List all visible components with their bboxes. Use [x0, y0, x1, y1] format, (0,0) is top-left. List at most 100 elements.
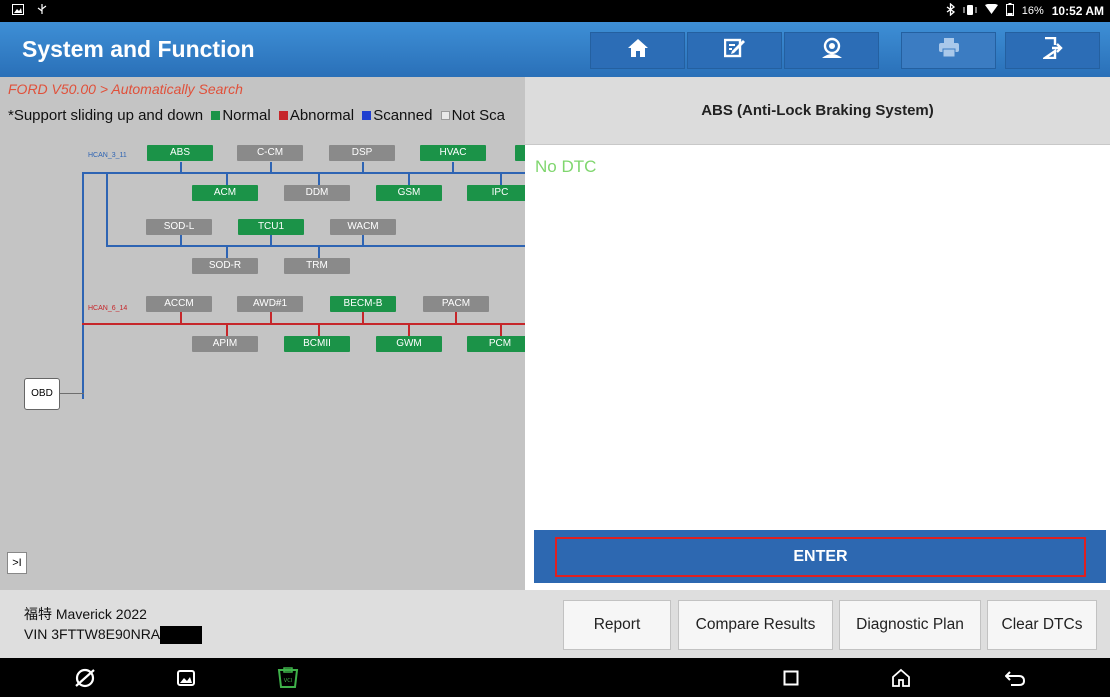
bus-line — [82, 172, 84, 399]
diagnostic-plan-button[interactable]: Diagnostic Plan — [839, 600, 981, 650]
dtc-status: No DTC — [535, 157, 597, 176]
system-nav-bar: VCI — [0, 658, 1110, 697]
scanned-swatch-icon — [362, 111, 372, 120]
usb-icon — [36, 3, 48, 18]
battery-icon — [1005, 3, 1014, 19]
abnormal-swatch-icon — [278, 111, 288, 120]
bluetooth-icon — [946, 2, 955, 19]
enter-button[interactable]: ENTER — [534, 530, 1106, 583]
module-acm[interactable]: ACM — [192, 185, 258, 201]
legend-hint: *Support sliding up and down — [8, 107, 204, 124]
module-c-cm[interactable]: C-CM — [237, 145, 303, 161]
clock: 10:52 AM — [1051, 4, 1104, 18]
bus-stub — [500, 324, 502, 336]
topology-pane[interactable]: FORD V50.00 > Automatically Search *Supp… — [0, 77, 525, 590]
module-pcm[interactable]: PCM — [467, 336, 525, 352]
system-title: ABS (Anti-Lock Braking System) — [525, 77, 1110, 145]
module-truncated[interactable] — [515, 145, 525, 161]
module-tcu1[interactable]: TCU1 — [238, 219, 304, 235]
gallery-icon[interactable] — [174, 666, 198, 690]
bus-stub — [318, 173, 320, 185]
home-button[interactable] — [590, 32, 685, 69]
obd-line — [60, 393, 84, 394]
legend-scanned: Scanned — [373, 107, 433, 124]
module-trm[interactable]: TRM — [284, 258, 350, 274]
exit-button[interactable] — [1005, 32, 1100, 69]
module-awd1[interactable]: AWD#1 — [237, 296, 303, 312]
module-ddm[interactable]: DDM — [284, 185, 350, 201]
vci-connector-icon[interactable]: VCI — [276, 666, 300, 690]
status-bar: 16% 10:52 AM — [0, 0, 1110, 22]
image-notification-icon — [12, 3, 24, 18]
bus-stub — [408, 173, 410, 185]
module-abs[interactable]: ABS — [147, 145, 213, 161]
bus-stub — [180, 162, 182, 173]
bus-stub — [362, 162, 364, 173]
vehicle-vin-row: VIN 3FTTW8E90NRA — [24, 624, 203, 645]
module-dsp[interactable]: DSP — [329, 145, 395, 161]
back-icon[interactable] — [1003, 666, 1027, 690]
not-scanned-swatch-icon — [440, 111, 450, 120]
module-gsm[interactable]: GSM — [376, 185, 442, 201]
remote-support-button[interactable] — [784, 32, 879, 69]
report-button[interactable]: Report — [563, 600, 671, 650]
home-nav-icon[interactable] — [889, 666, 913, 690]
module-bcmii[interactable]: BCMII — [284, 336, 350, 352]
vehicle-info: 福特 Maverick 2022 VIN 3FTTW8E90NRA — [24, 604, 203, 645]
edit-button[interactable] — [687, 32, 782, 69]
module-apim[interactable]: APIM — [192, 336, 258, 352]
compare-results-button[interactable]: Compare Results — [678, 600, 833, 650]
obd-node: OBD — [24, 378, 60, 410]
vin-redaction — [160, 626, 203, 645]
vibrate-icon — [963, 4, 977, 19]
bus-stub — [452, 162, 454, 173]
vehicle-name: 福特 Maverick 2022 — [24, 606, 147, 622]
legend-normal: Normal — [222, 107, 271, 124]
bus-stub — [362, 312, 364, 324]
module-gwm[interactable]: GWM — [376, 336, 442, 352]
clear-dtcs-button[interactable]: Clear DTCs — [987, 600, 1097, 650]
page-title: System and Function — [22, 36, 255, 62]
support-icon — [820, 37, 844, 64]
legend: *Support sliding up and down Normal Abno… — [8, 107, 505, 124]
module-sod-r[interactable]: SOD-R — [192, 258, 258, 274]
bus-line — [106, 245, 525, 247]
vehicle-vin: VIN 3FTTW8E90NRA — [24, 626, 161, 642]
bus-stub — [270, 312, 272, 324]
module-ipc[interactable]: IPC — [467, 185, 525, 201]
exit-icon — [1040, 36, 1063, 64]
bus-stub — [180, 312, 182, 324]
bus-stub — [226, 324, 228, 336]
bus-label-hcan-3-11: HCAN_3_11 — [88, 152, 127, 159]
app-header: System and Function — [0, 22, 1110, 77]
print-button[interactable] — [901, 32, 996, 69]
footer: 福特 Maverick 2022 VIN 3FTTW8E90NRA Report… — [0, 590, 1110, 658]
bus-stub — [500, 173, 502, 185]
edit-icon — [723, 37, 746, 64]
module-wacm[interactable]: WACM — [330, 219, 396, 235]
enter-button-label: ENTER — [555, 537, 1086, 577]
wifi-icon — [984, 3, 998, 18]
bus-line — [106, 172, 108, 247]
module-accm[interactable]: ACCM — [146, 296, 212, 312]
bus-label-hcan-6-14: HCAN_6_14 — [88, 305, 128, 312]
bus-line — [82, 172, 525, 174]
module-becm-b[interactable]: BECM-B — [330, 296, 396, 312]
browser-icon[interactable] — [73, 666, 97, 690]
bus-stub — [270, 162, 272, 173]
module-sod-l[interactable]: SOD-L — [146, 219, 212, 235]
normal-swatch-icon — [211, 111, 221, 120]
module-pacm[interactable]: PACM — [423, 296, 489, 312]
module-hvac[interactable]: HVAC — [420, 145, 486, 161]
bus-line — [82, 323, 525, 325]
collapse-button[interactable]: >I — [7, 552, 27, 574]
home-icon — [627, 38, 649, 63]
system-detail-pane: ABS (Anti-Lock Braking System) No DTC EN… — [525, 77, 1110, 590]
svg-text:VCI: VCI — [284, 678, 292, 684]
recent-apps-icon[interactable] — [779, 666, 803, 690]
bus-stub — [226, 246, 228, 258]
legend-abnormal: Abnormal — [289, 107, 355, 124]
print-icon — [938, 38, 960, 63]
breadcrumb: FORD V50.00 > Automatically Search — [8, 81, 243, 97]
bus-stub — [408, 324, 410, 336]
